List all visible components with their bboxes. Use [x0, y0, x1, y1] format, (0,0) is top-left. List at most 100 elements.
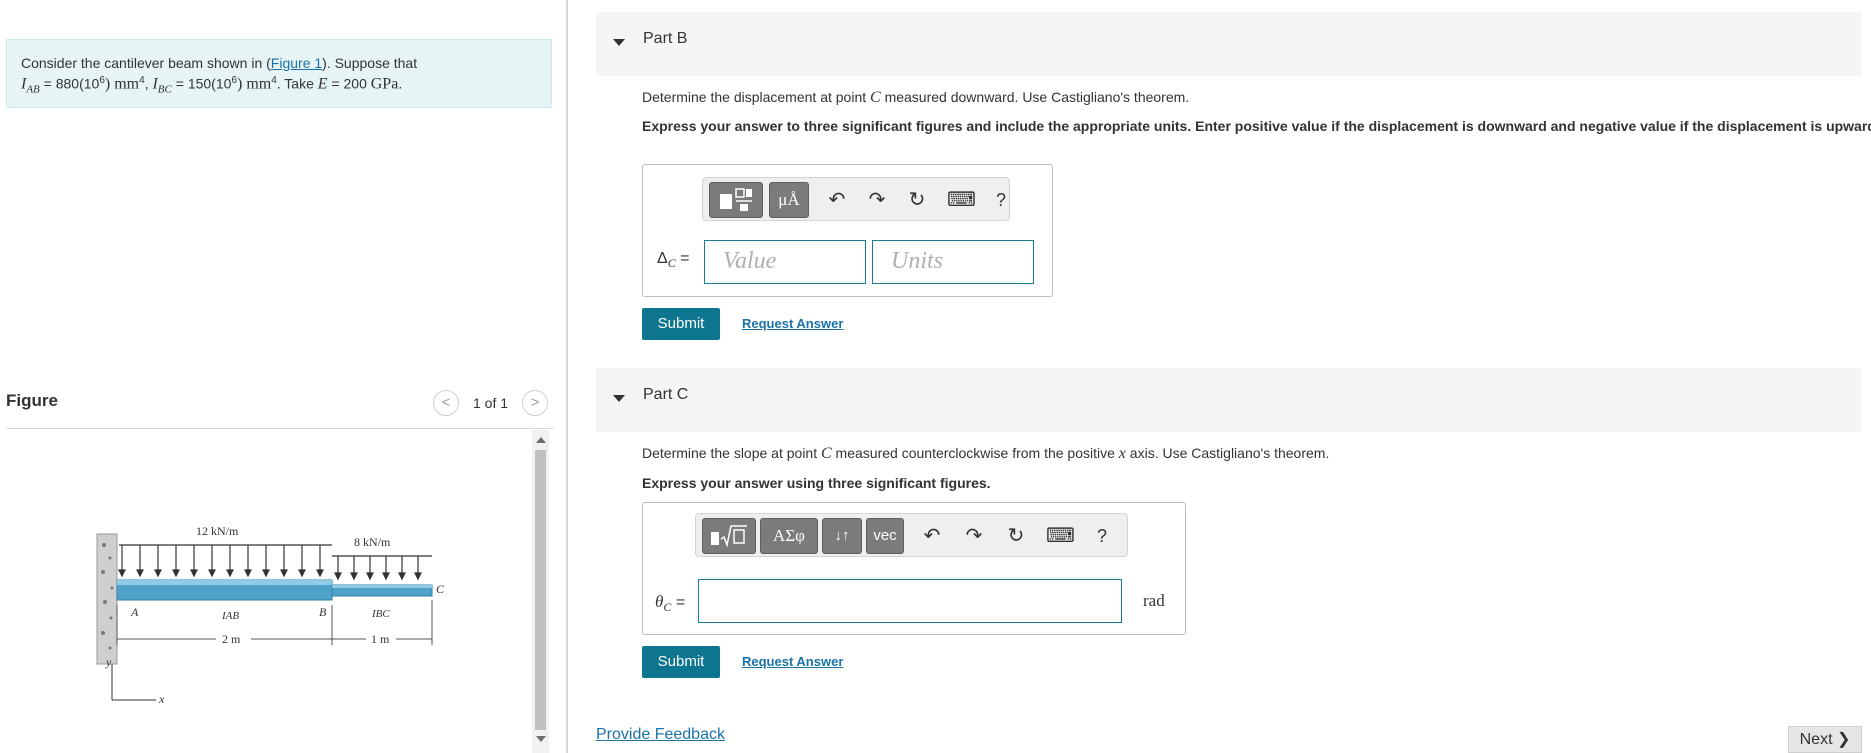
keyboard-icon[interactable]: ⌨	[947, 186, 976, 214]
part-b-question: Determine the displacement at point C me…	[642, 88, 1189, 107]
vec-button[interactable]: vec	[866, 518, 904, 554]
part-b-question-pre: Determine the displacement at point	[642, 89, 871, 105]
keyboard-icon[interactable]: ⌨	[1046, 522, 1075, 550]
radical-template-icon	[711, 525, 747, 548]
part-c-answer-box: ΑΣφ ↓↑ vec ↶ ↷ ↻ ⌨ ? θC = rad	[642, 502, 1186, 635]
scroll-thumb[interactable]	[535, 450, 546, 730]
problem-line-1: Consider the cantilever beam shown in (F…	[21, 54, 537, 72]
len-bc-label: 1 m	[371, 632, 390, 646]
part-c-question: Determine the slope at point C measured …	[642, 444, 1329, 463]
point-b-label: B	[319, 605, 327, 619]
part-c-request-answer-link[interactable]: Request Answer	[742, 654, 843, 669]
part-b-header[interactable]: Part B	[596, 12, 1862, 76]
part-b-submit-button[interactable]: Submit	[642, 308, 720, 340]
part-c-question-post: axis. Use Castigliano's theorem.	[1125, 445, 1330, 461]
beam-diagram: 12 kN/m 8 kN/m A B C IAB IBC 2 m 1 m y x	[96, 524, 445, 706]
part-b-eq: =	[675, 250, 690, 267]
part-c-question-pre: Determine the slope at point	[642, 445, 821, 461]
part-b-toolbar: μÅ ↶ ↷ ↻ ⌨ ?	[702, 177, 1010, 221]
part-c-title: Part C	[643, 386, 689, 403]
reset-icon[interactable]: ↻	[1002, 522, 1030, 550]
point-a-label: A	[130, 605, 139, 619]
part-c-question-var: C	[821, 445, 832, 462]
undo-icon[interactable]: ↶	[823, 186, 851, 214]
radical-template-button[interactable]	[702, 518, 756, 554]
part-c-answer-label: θC =	[655, 592, 685, 615]
load-bc-arrows	[332, 555, 432, 581]
part-c-submit-button[interactable]: Submit	[642, 646, 720, 678]
load-ab-label: 12 kN/m	[196, 524, 239, 538]
pager-next-button[interactable]: >	[522, 390, 548, 416]
part-b-question-var: C	[870, 89, 881, 106]
take-text: . Take	[276, 75, 318, 92]
problem-intro: Consider the cantilever beam shown in (	[21, 55, 271, 71]
scroll-up-icon[interactable]	[536, 437, 546, 443]
help-icon[interactable]: ?	[987, 186, 1015, 214]
value-input[interactable]: Value	[704, 240, 866, 284]
e-symbol: E	[317, 75, 328, 93]
part-b-answer-box: μÅ ↶ ↷ ↻ ⌨ ? ΔC = Value Units	[642, 164, 1053, 297]
arrows-button[interactable]: ↓↑	[822, 518, 862, 554]
help-icon[interactable]: ?	[1088, 522, 1116, 550]
part-b-instructions: Express your answer to three significant…	[642, 118, 1871, 134]
part-b-request-answer-link[interactable]: Request Answer	[742, 316, 843, 331]
ibc-unit: ) mm	[236, 75, 272, 93]
part-c-instructions: Express your answer using three signific…	[642, 475, 991, 491]
redo-icon[interactable]: ↷	[863, 186, 891, 214]
ibc-sub: BC	[157, 83, 172, 96]
iab-diagram-label: IAB	[221, 610, 239, 622]
load-ab-arrows	[118, 544, 332, 578]
delta-sub: C	[667, 256, 676, 271]
beam-ab-highlight	[117, 580, 332, 585]
part-c-eq: =	[671, 594, 686, 611]
figure-title: Figure	[6, 391, 58, 410]
beam-bc-highlight	[332, 585, 432, 588]
part-b-question-post: measured downward. Use Castigliano's the…	[880, 89, 1190, 105]
fixed-wall	[96, 533, 118, 665]
figure-link[interactable]: Figure 1	[271, 55, 322, 71]
problem-line-2: IAB = 880(106) mm4, IBC = 150(106) mm4. …	[21, 72, 537, 98]
redo-icon[interactable]: ↷	[960, 522, 988, 550]
panel-divider	[566, 0, 568, 753]
load-bc-label: 8 kN/m	[354, 535, 391, 549]
iab-value: = 880(10	[39, 75, 100, 92]
figure-area: 12 kN/m 8 kN/m A B C IAB IBC 2 m 1 m y x	[6, 430, 532, 730]
point-c-label: C	[436, 582, 445, 596]
delta-symbol: Δ	[657, 250, 668, 267]
collapse-caret-icon[interactable]	[613, 39, 625, 46]
scroll-down-icon[interactable]	[536, 736, 546, 742]
templates-button[interactable]	[709, 182, 763, 218]
slope-input[interactable]	[698, 579, 1122, 623]
part-b-answer-label: ΔC =	[657, 250, 690, 271]
part-c-question-var2: x	[1118, 445, 1126, 462]
problem-statement: Consider the cantilever beam shown in (F…	[6, 39, 552, 108]
pager-prev-button[interactable]: <	[433, 390, 459, 416]
right-panel: Part B Determine the displacement at poi…	[596, 0, 1871, 753]
reset-icon[interactable]: ↻	[903, 186, 931, 214]
undo-icon[interactable]: ↶	[918, 522, 946, 550]
e-unit: GPa	[370, 75, 399, 93]
iab-unit: ) mm	[104, 75, 140, 93]
units-button[interactable]: μÅ	[769, 182, 809, 218]
e-value: = 200	[327, 75, 371, 92]
figure-scrollbar[interactable]	[532, 430, 549, 753]
units-input[interactable]: Units	[872, 240, 1034, 284]
part-c-toolbar: ΑΣφ ↓↑ vec ↶ ↷ ↻ ⌨ ?	[695, 513, 1128, 557]
pager-count: 1 of 1	[473, 395, 509, 411]
figure-header: Figure < 1 of 1 >	[6, 385, 554, 429]
next-button[interactable]: Next ❯	[1788, 726, 1862, 753]
rad-unit: rad	[1143, 591, 1165, 610]
coordinate-axes	[111, 664, 156, 701]
collapse-caret-icon[interactable]	[613, 395, 625, 402]
templates-icon	[720, 188, 752, 211]
ibc-diagram-label: IBC	[371, 608, 390, 620]
axis-x-label: x	[158, 692, 165, 706]
provide-feedback-link[interactable]: Provide Feedback	[596, 726, 725, 744]
iab-sub: AB	[26, 83, 40, 96]
len-ab-label: 2 m	[222, 632, 241, 646]
part-b-title: Part B	[643, 30, 688, 47]
left-panel: Consider the cantilever beam shown in (F…	[0, 0, 566, 753]
part-c-header[interactable]: Part C	[596, 368, 1862, 432]
greek-button[interactable]: ΑΣφ	[760, 518, 818, 554]
problem-intro-end: ). Suppose that	[322, 55, 418, 71]
